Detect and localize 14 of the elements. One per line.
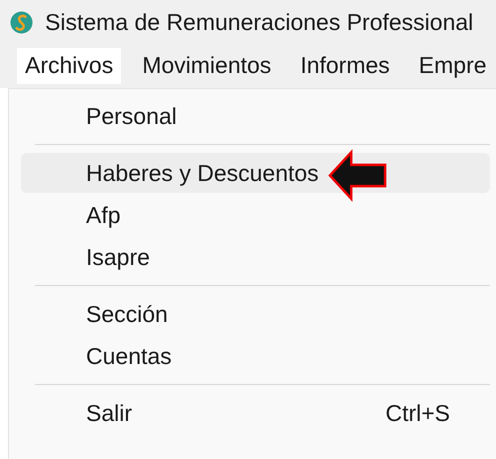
menu-item[interactable]: Sección — [21, 294, 490, 334]
menu-item[interactable]: Informes — [292, 48, 398, 84]
app-logo-icon — [10, 10, 33, 34]
menu-item[interactable]: Isapre — [21, 237, 490, 277]
menu-item[interactable]: Haberes y Descuentos — [21, 153, 490, 193]
shortcut-label: Ctrl+S — [385, 398, 450, 428]
menu-item[interactable]: Personal — [21, 96, 490, 136]
menu-item[interactable]: Empre — [410, 48, 495, 84]
menu-item[interactable]: Movimientos — [134, 48, 280, 84]
menu-item[interactable]: Archivos — [17, 48, 122, 84]
window-title: Sistema de Remuneraciones Professional — [45, 8, 474, 37]
menu-item[interactable]: Salir Ctrl+S — [21, 393, 490, 433]
menu-item[interactable]: Cuentas — [21, 336, 490, 376]
menu-item[interactable]: Afp — [21, 195, 490, 235]
